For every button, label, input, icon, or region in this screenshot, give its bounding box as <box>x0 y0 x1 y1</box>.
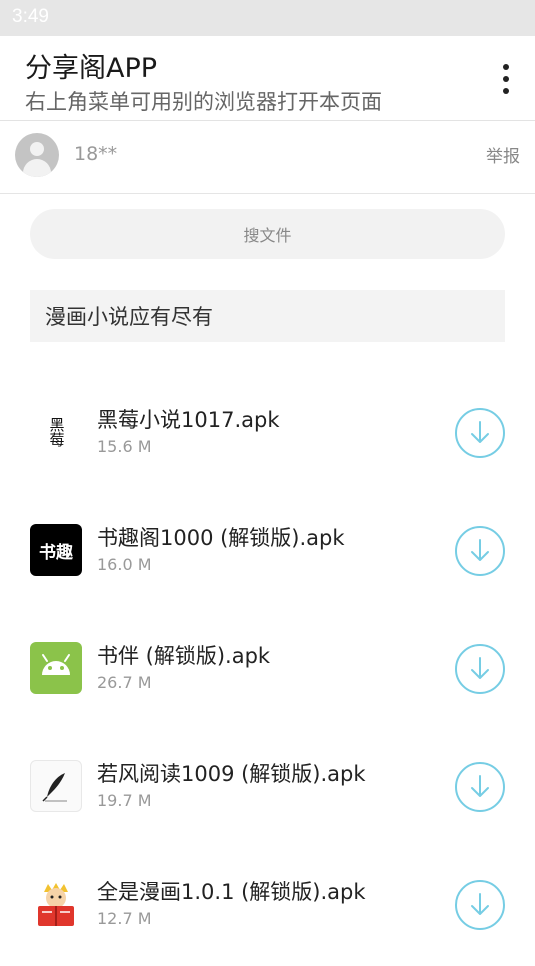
search-label: 搜文件 <box>243 226 292 245</box>
download-arrow-icon <box>471 539 489 561</box>
more-menu-icon[interactable] <box>499 64 513 94</box>
download-arrow-icon <box>471 775 489 797</box>
dot <box>503 64 509 70</box>
avatar-head <box>30 142 44 156</box>
comic-reader-icon <box>30 878 82 930</box>
file-name: 书伴 (解锁版).apk <box>97 644 271 668</box>
notice-text: 漫画小说应有尽有 <box>45 305 213 329</box>
avatar[interactable] <box>15 133 59 177</box>
file-size: 12.7 M <box>97 909 152 928</box>
report-link[interactable]: 举报 <box>486 142 520 167</box>
download-arrow-icon <box>471 657 489 679</box>
dot <box>503 76 509 82</box>
dot <box>503 88 509 94</box>
android-icon <box>30 642 82 694</box>
avatar-body <box>23 159 51 177</box>
app-subtitle: 右上角菜单可用别的浏览器打开本页面 <box>25 90 382 114</box>
download-button[interactable] <box>455 644 505 694</box>
status-bar: 3:49 <box>0 0 535 36</box>
icon-text: 黑莓 <box>47 417 66 447</box>
file-name: 全是漫画1.0.1 (解锁版).apk <box>97 880 366 904</box>
list-item[interactable]: 书伴 (解锁版).apk 26.7 M <box>0 612 535 730</box>
download-arrow-icon <box>471 421 489 443</box>
download-arrow-icon <box>471 893 489 915</box>
notice-banner: 漫画小说应有尽有 <box>30 290 505 342</box>
shuquge-icon: 书趣 <box>30 524 82 576</box>
download-button[interactable] <box>455 526 505 576</box>
list-item[interactable]: 黑莓 黑莓小说1017.apk 15.6 M <box>0 376 535 494</box>
download-button[interactable] <box>455 762 505 812</box>
file-name: 黑莓小说1017.apk <box>97 408 280 432</box>
download-button[interactable] <box>455 408 505 458</box>
file-name: 书趣阁1000 (解锁版).apk <box>97 526 345 550</box>
file-size: 16.0 M <box>97 555 152 574</box>
user-bar: 18** 举报 <box>0 121 535 194</box>
file-name: 若风阅读1009 (解锁版).apk <box>97 762 366 786</box>
feather-pen-icon <box>30 760 82 812</box>
app-bar: 分享阁APP 右上角菜单可用别的浏览器打开本页面 <box>0 36 535 121</box>
list-item[interactable]: 全是漫画1.0.1 (解锁版).apk 12.7 M <box>0 848 535 966</box>
app-title: 分享阁APP <box>25 53 158 84</box>
username: 18** <box>74 143 118 165</box>
status-time: 3:49 <box>12 6 49 27</box>
file-size: 19.7 M <box>97 791 152 810</box>
blackberry-novel-icon: 黑莓 <box>30 406 82 458</box>
download-button[interactable] <box>455 880 505 930</box>
icon-text: 书趣 <box>39 542 73 563</box>
list-item[interactable]: 书趣 书趣阁1000 (解锁版).apk 16.0 M <box>0 494 535 612</box>
file-size: 26.7 M <box>97 673 152 692</box>
file-size: 15.6 M <box>97 437 152 456</box>
search-files-button[interactable]: 搜文件 <box>30 209 505 259</box>
list-item[interactable]: 若风阅读1009 (解锁版).apk 19.7 M <box>0 730 535 848</box>
